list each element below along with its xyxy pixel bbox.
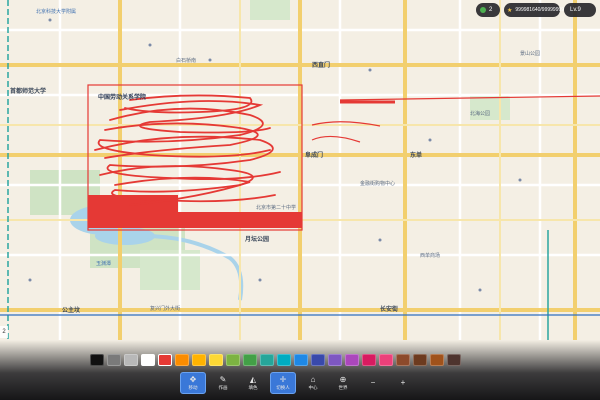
tool-button-crosshair[interactable]: ✛ 切换人 xyxy=(270,372,296,394)
color-swatch[interactable] xyxy=(413,354,427,366)
color-swatch[interactable] xyxy=(141,354,155,366)
poi-pin xyxy=(378,238,382,242)
level-counter-badge: 2 xyxy=(476,3,500,17)
color-swatch[interactable] xyxy=(192,354,206,366)
map-label: 北海公园 xyxy=(470,111,491,117)
poi-pin xyxy=(208,58,212,62)
score-badge: ★ 999981640/99999999 xyxy=(504,3,564,17)
map-label: 景山公园 xyxy=(520,51,541,57)
color-swatch[interactable] xyxy=(158,354,172,366)
color-swatch[interactable] xyxy=(243,354,257,366)
color-swatch[interactable] xyxy=(379,354,393,366)
color-palette xyxy=(90,354,461,366)
score-value: 999981640/99999999 xyxy=(515,7,565,13)
map-label: 月坛公园 xyxy=(245,237,270,243)
status-dot-icon xyxy=(480,7,486,13)
move-icon: ✥ xyxy=(189,374,197,384)
poi-pin xyxy=(48,18,52,22)
tool-button-home[interactable]: ⌂ 中心 xyxy=(300,372,326,394)
map-label: 北京科技大学附属 xyxy=(36,9,77,15)
tool-label: 作画 xyxy=(218,384,228,390)
crosshair-icon: ✛ xyxy=(279,374,287,384)
tool-button-pencil[interactable]: ✎ 作画 xyxy=(210,372,236,394)
color-swatch[interactable] xyxy=(90,354,104,366)
park-area xyxy=(250,0,290,20)
tool-bar: ✥ 移动 ✎ 作画 ◭ 填色 ✛ 切换人 ⌂ 中心 ⊕ 世界 − + xyxy=(180,372,416,394)
globe-icon: ⊕ xyxy=(339,374,347,384)
color-swatch[interactable] xyxy=(260,354,274,366)
plus-icon: + xyxy=(400,378,406,387)
poi-pin xyxy=(368,68,372,72)
map-label: 西直门 xyxy=(312,63,331,69)
map-label: 公主坟 xyxy=(62,308,81,314)
map-label: 玉渊潭 xyxy=(96,261,112,267)
pencil-icon: ✎ xyxy=(219,374,227,384)
color-swatch[interactable] xyxy=(107,354,121,366)
tool-label: 移动 xyxy=(188,384,198,390)
map-label: 首都师范大学 xyxy=(10,89,47,95)
tool-button-move[interactable]: ✥ 移动 xyxy=(180,372,206,394)
color-swatch[interactable] xyxy=(311,354,325,366)
poi-pin xyxy=(258,278,262,282)
tool-label: 世界 xyxy=(338,384,348,390)
poi-pin xyxy=(518,178,522,182)
map-label: 阜成门 xyxy=(305,153,324,159)
zoom-indicator: 2 xyxy=(0,326,8,338)
color-swatch[interactable] xyxy=(124,354,138,366)
bucket-icon: ◭ xyxy=(249,374,257,384)
tool-label: 填色 xyxy=(248,384,258,390)
color-swatch[interactable] xyxy=(328,354,342,366)
drawn-fill-block xyxy=(178,212,302,228)
map-label: 复兴门外大街 xyxy=(150,306,181,312)
map-label: 中国劳动关系学院 xyxy=(98,95,147,101)
map-label: 金融街购物中心 xyxy=(360,181,396,187)
color-swatch[interactable] xyxy=(396,354,410,366)
color-swatch[interactable] xyxy=(294,354,308,366)
poi-pin xyxy=(428,138,432,142)
tool-button-plus[interactable]: + xyxy=(390,372,416,394)
level-label: Lv.9 xyxy=(570,7,581,13)
color-swatch[interactable] xyxy=(175,354,189,366)
color-swatch[interactable] xyxy=(209,354,223,366)
map-label: 长安街 xyxy=(380,307,399,313)
tool-button-globe[interactable]: ⊕ 世界 xyxy=(330,372,356,394)
poi-pin xyxy=(478,288,482,292)
color-swatch[interactable] xyxy=(447,354,461,366)
color-swatch[interactable] xyxy=(277,354,291,366)
color-swatch[interactable] xyxy=(226,354,240,366)
tool-label: 切换人 xyxy=(276,384,290,390)
star-icon: ★ xyxy=(507,7,513,14)
color-swatch[interactable] xyxy=(430,354,444,366)
map-label: 北京市第二十中学 xyxy=(256,205,297,211)
map-label: 西单商场 xyxy=(420,253,441,259)
tool-button-minus[interactable]: − xyxy=(360,372,386,394)
map-label: 白石桥南 xyxy=(176,58,197,64)
map-label: 东单 xyxy=(410,153,423,159)
minus-icon: − xyxy=(370,378,376,387)
color-swatch[interactable] xyxy=(345,354,359,366)
player-level-badge[interactable]: Lv.9 xyxy=(564,3,596,17)
color-swatch[interactable] xyxy=(362,354,376,366)
tool-button-bucket[interactable]: ◭ 填色 xyxy=(240,372,266,394)
tool-label: 中心 xyxy=(308,384,318,390)
home-icon: ⌂ xyxy=(310,374,316,384)
poi-pin xyxy=(148,43,152,47)
level-count: 2 xyxy=(489,7,493,13)
poi-pin xyxy=(28,278,32,282)
